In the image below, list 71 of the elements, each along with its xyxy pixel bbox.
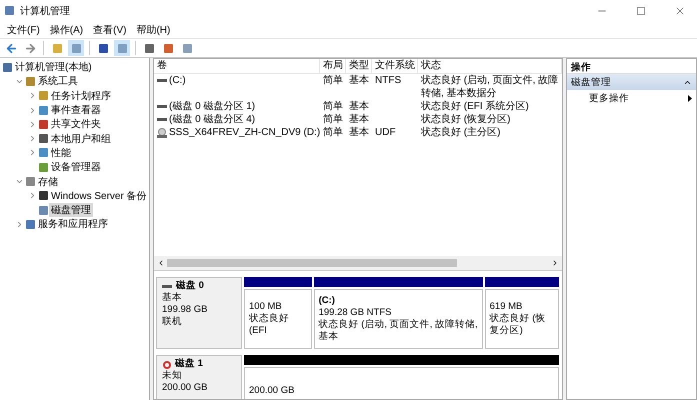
column-header[interactable]: 状态	[418, 59, 562, 73]
table-cell: 基本	[349, 113, 369, 126]
disk-name: 磁盘 1	[175, 358, 203, 370]
partition-size: 199.28 GB NTFS	[318, 307, 392, 319]
tree-item[interactable]: 共享文件夹	[49, 117, 103, 132]
disk-size: 200.00 GB	[162, 382, 208, 394]
table-cell: (磁盘 0 磁盘分区 4)	[169, 113, 256, 126]
column-header[interactable]: 布局	[320, 59, 346, 73]
tree-item[interactable]: 存储	[36, 174, 60, 189]
table-cell: 基本	[349, 126, 369, 139]
tree-item[interactable]: 性能	[49, 146, 73, 160]
disk-type: 未知	[162, 370, 183, 382]
table-cell: SSS_X64FREV_ZH-CN_DV9 (D:)	[169, 126, 320, 139]
tree-item[interactable]: 计算机管理(本地)	[13, 60, 94, 74]
table-cell: 简单	[323, 126, 343, 139]
tree-item[interactable]: 事件查看器	[49, 103, 103, 118]
table-cell: 基本	[349, 74, 369, 87]
table-cell: 基本	[349, 100, 369, 113]
column-header[interactable]: 文件系统	[372, 59, 418, 73]
disk-name: 磁盘 0	[176, 280, 204, 292]
partition-block[interactable]: 200.00 GB	[244, 367, 559, 399]
table-cell: 简单	[323, 74, 343, 87]
tree-item[interactable]: 服务和应用程序	[36, 217, 110, 232]
submenu-arrow-icon	[688, 95, 692, 102]
menu-item[interactable]: 查看(V)	[88, 21, 132, 38]
partition-size: 619 MB	[490, 301, 524, 313]
column-header[interactable]: 卷	[154, 59, 320, 73]
scroll-left-icon[interactable]	[157, 259, 165, 267]
disk-info-panel[interactable]: 磁盘 0 基本 199.98 GB 联机	[156, 277, 242, 349]
scroll-right-icon[interactable]	[551, 259, 559, 267]
table-cell: 状态良好 (恢复分区)	[421, 113, 510, 126]
tree-item[interactable]: 任务计划程序	[49, 88, 113, 103]
tree-item[interactable]: 磁盘管理	[49, 203, 93, 218]
disk-status: 联机	[162, 316, 183, 328]
table-cell: (磁盘 0 磁盘分区 1)	[169, 100, 256, 113]
partition-status: 状态良好 (EFI	[249, 313, 290, 337]
partition-size: 200.00 GB	[249, 385, 296, 397]
table-cell: UDF	[375, 126, 396, 139]
disc-drive-icon	[157, 128, 167, 138]
partition-status: 状态良好 (启动, 页面文件, 故障转储, 基本	[318, 319, 478, 343]
partition-size: 100 MB	[249, 301, 283, 313]
disk-info-panel[interactable]: 磁盘 1 未知 200.00 GB	[156, 355, 242, 399]
disk-size: 199.98 GB	[162, 304, 208, 316]
action-item[interactable]: 更多操作	[567, 90, 696, 107]
table-cell: 状态良好 (EFI 系统分区)	[421, 100, 529, 113]
tree-item[interactable]: 设备管理器	[49, 160, 103, 174]
table-cell: 简单	[323, 100, 343, 113]
menu-item[interactable]: 帮助(H)	[131, 21, 176, 38]
disk-type: 基本	[162, 292, 183, 304]
tree-item[interactable]: 本地用户和组	[49, 132, 113, 146]
actions-section-header[interactable]: 磁盘管理	[567, 74, 696, 90]
partition-block[interactable]: 100 MB 状态良好 (EFI	[244, 289, 312, 349]
menu-item[interactable]: 操作(A)	[44, 21, 88, 38]
menu-item[interactable]: 文件(F)	[2, 21, 45, 38]
table-cell: (C:)	[169, 74, 186, 87]
partition-block[interactable]: (C:) 199.28 GB NTFS 状态良好 (启动, 页面文件, 故障转储, 基本	[314, 289, 483, 349]
partition-status: 状态良好 (恢复分区)	[490, 313, 546, 337]
tree-item[interactable]: Windows Server 备份	[49, 188, 149, 203]
warning-disk-icon	[162, 360, 171, 368]
maximize-icon	[636, 6, 646, 16]
horizontal-scrollbar[interactable]	[154, 256, 562, 270]
tree-item[interactable]: 系统工具	[36, 74, 80, 88]
partition-block[interactable]: 619 MB 状态良好 (恢复分区)	[484, 289, 559, 349]
table-cell: 状态良好 (主分区)	[421, 126, 500, 139]
table-cell: 简单	[323, 113, 343, 126]
table-cell-text: 状态良好 (启动, 页面文件, 故障转储, 基本数据分	[421, 74, 560, 100]
column-header[interactable]: 类型	[346, 59, 372, 73]
table-cell: NTFS	[375, 74, 402, 87]
window-title: 计算机管理	[20, 4, 71, 18]
console-tree-button[interactable]	[68, 40, 84, 56]
partition-label: (C:)	[318, 295, 336, 307]
